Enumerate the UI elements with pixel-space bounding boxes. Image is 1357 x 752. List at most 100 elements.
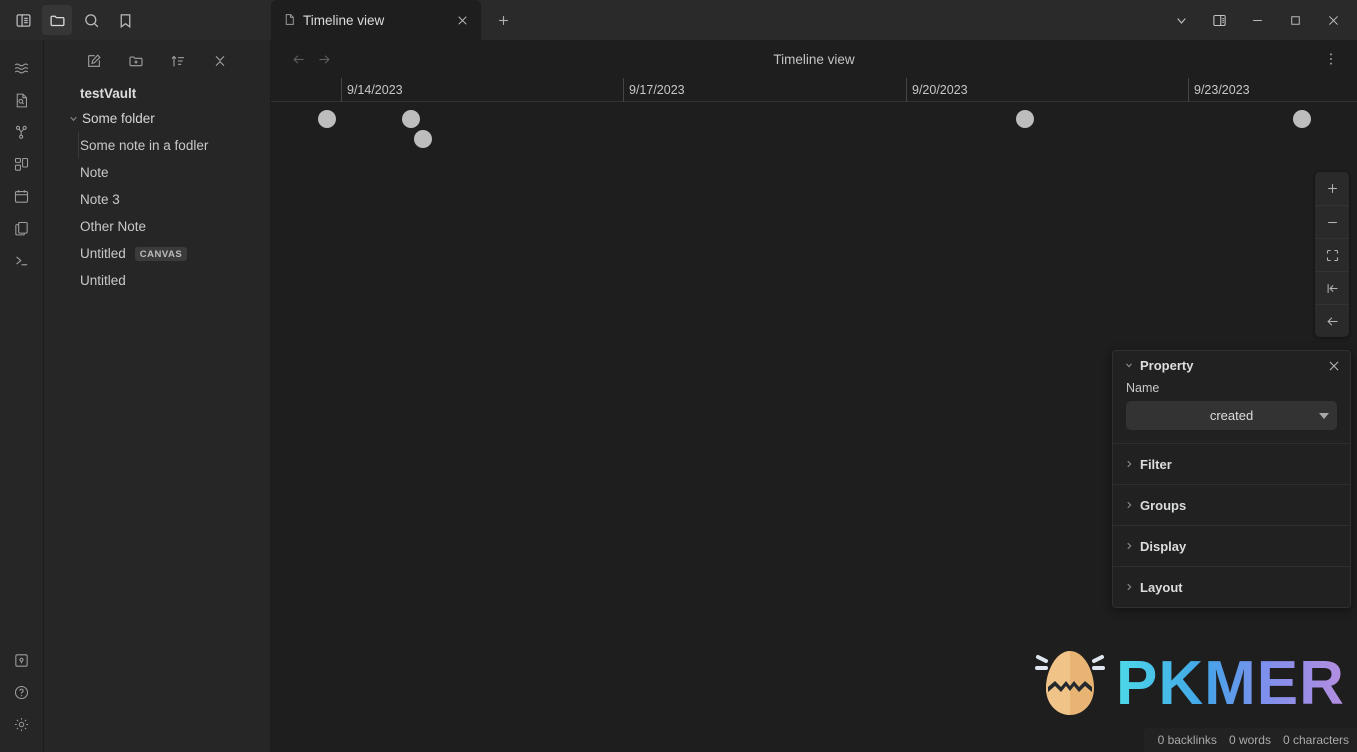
canvas-badge: CANVAS	[134, 246, 188, 261]
file-tree: Some folder Some note in a fodler Note N…	[44, 103, 270, 294]
window-controls	[1163, 4, 1357, 36]
chevron-right-icon	[1121, 579, 1137, 595]
scroll-left-icon[interactable]	[1315, 304, 1349, 337]
display-section-title: Display	[1140, 538, 1187, 554]
tree-item-some-note-in-a-fodler[interactable]: Some note in a fodler	[44, 132, 270, 159]
layout-section: Layout	[1113, 567, 1350, 607]
property-panel: Property Name created Filter Groups Disp…	[1112, 350, 1351, 608]
tree-item-label: Untitled	[80, 246, 126, 261]
obsidian-window: Timeline view testVault Some folder Some…	[0, 0, 1357, 752]
tree-item-label: Note	[80, 165, 109, 180]
new-note-icon[interactable]	[82, 49, 106, 73]
timeline-note-dot[interactable]	[402, 110, 420, 128]
chevron-down-icon[interactable]	[1121, 357, 1137, 373]
property-section: Property Name created	[1113, 351, 1350, 444]
bookmark-icon[interactable]	[110, 5, 140, 35]
vault-switch-icon[interactable]	[6, 644, 38, 676]
chevron-right-icon	[1121, 497, 1137, 513]
layout-section-header[interactable]: Layout	[1113, 567, 1350, 607]
chevron-down-icon[interactable]	[66, 112, 80, 126]
tab-timeline-view[interactable]: Timeline view	[271, 0, 481, 40]
help-icon[interactable]	[6, 676, 38, 708]
folder-icon[interactable]	[42, 5, 72, 35]
tree-item-label: Other Note	[80, 219, 147, 234]
fit-screen-icon[interactable]	[1315, 238, 1349, 271]
file-search-icon[interactable]	[6, 84, 38, 116]
ribbon-top-group	[6, 40, 38, 276]
date-tick: 9/14/2023	[341, 78, 403, 102]
minimize-icon[interactable]	[1239, 4, 1275, 36]
new-folder-icon[interactable]	[124, 49, 148, 73]
property-name-select[interactable]: created	[1126, 401, 1337, 430]
tree-item-untitled-canvas[interactable]: Untitled CANVAS	[44, 240, 270, 267]
document-icon	[283, 13, 296, 28]
property-section-body: Name created	[1113, 381, 1350, 443]
display-section-header[interactable]: Display	[1113, 526, 1350, 566]
close-icon[interactable]	[453, 11, 471, 29]
settings-gear-icon[interactable]	[6, 708, 38, 740]
copy-files-icon[interactable]	[6, 212, 38, 244]
timeline-container: 9/14/2023 9/17/2023 9/20/2023 9/23/2023	[271, 78, 1357, 752]
timeline-note-dot[interactable]	[414, 130, 432, 148]
tree-item-label: Some note in a fodler	[80, 138, 209, 153]
main-view: Timeline view 9/14/2023 9/17/2023 9/20/2…	[271, 40, 1357, 752]
property-section-title: Property	[1140, 357, 1194, 373]
tree-item-label: Some folder	[82, 111, 155, 126]
waves-icon[interactable]	[6, 52, 38, 84]
jump-to-start-icon[interactable]	[1315, 271, 1349, 304]
tree-item-some-folder[interactable]: Some folder	[44, 105, 270, 132]
view-header: Timeline view	[271, 40, 1357, 78]
groups-section-title: Groups	[1140, 497, 1187, 513]
calendar-icon[interactable]	[6, 180, 38, 212]
new-tab-icon[interactable]	[489, 6, 517, 34]
file-explorer: testVault Some folder Some note in a fod…	[44, 40, 271, 752]
maximize-icon[interactable]	[1277, 4, 1313, 36]
close-icon[interactable]	[1324, 356, 1344, 376]
vault-name: testVault	[80, 86, 137, 101]
forward-arrow-icon[interactable]	[311, 46, 337, 72]
groups-section-header[interactable]: Groups	[1113, 485, 1350, 525]
timeline-note-dot[interactable]	[1016, 110, 1034, 128]
terminal-icon[interactable]	[6, 244, 38, 276]
collapse-all-icon[interactable]	[208, 49, 232, 73]
explorer-toolbar	[44, 40, 270, 76]
grid-icon[interactable]	[6, 148, 38, 180]
zoom-in-icon[interactable]	[1315, 172, 1349, 205]
search-icon[interactable]	[76, 5, 106, 35]
chevron-down-icon[interactable]	[1163, 4, 1199, 36]
tree-item-note-3[interactable]: Note 3	[44, 186, 270, 213]
toggle-left-sidebar-icon[interactable]	[8, 5, 38, 35]
property-name-label: Name	[1126, 381, 1160, 395]
tree-item-note[interactable]: Note	[44, 159, 270, 186]
tree-item-untitled[interactable]: Untitled	[44, 267, 270, 294]
date-tick: 9/20/2023	[906, 78, 968, 102]
tab-label: Timeline view	[303, 12, 385, 28]
status-words[interactable]: 0 words	[1229, 733, 1271, 747]
chevron-right-icon	[1121, 538, 1137, 554]
graph-node-icon[interactable]	[6, 116, 38, 148]
zoom-out-icon[interactable]	[1315, 205, 1349, 238]
timeline-note-dot[interactable]	[1293, 110, 1311, 128]
timeline-note-dot[interactable]	[318, 110, 336, 128]
sort-order-icon[interactable]	[166, 49, 190, 73]
property-section-header[interactable]: Property	[1113, 351, 1350, 379]
filter-section-title: Filter	[1140, 456, 1172, 472]
more-options-icon[interactable]	[1319, 47, 1343, 71]
status-characters[interactable]: 0 characters	[1283, 733, 1349, 747]
timeline-zoom-controls	[1315, 172, 1349, 337]
timeline-date-axis: 9/14/2023 9/17/2023 9/20/2023 9/23/2023	[271, 78, 1357, 102]
groups-section: Groups	[1113, 485, 1350, 526]
display-section: Display	[1113, 526, 1350, 567]
back-arrow-icon[interactable]	[285, 46, 311, 72]
timeline-canvas[interactable]: Property Name created Filter Groups Disp…	[271, 102, 1357, 752]
close-window-icon[interactable]	[1315, 4, 1351, 36]
toggle-right-sidebar-icon[interactable]	[1201, 4, 1237, 36]
ribbon-bottom-group	[6, 644, 38, 752]
filter-section-header[interactable]: Filter	[1113, 444, 1350, 484]
tree-item-label: Note 3	[80, 192, 120, 207]
status-backlinks[interactable]: 0 backlinks	[1158, 733, 1217, 747]
tree-item-other-note[interactable]: Other Note	[44, 213, 270, 240]
date-tick: 9/17/2023	[623, 78, 685, 102]
titlebar-left-icons	[0, 5, 271, 35]
chevron-right-icon	[1121, 456, 1137, 472]
